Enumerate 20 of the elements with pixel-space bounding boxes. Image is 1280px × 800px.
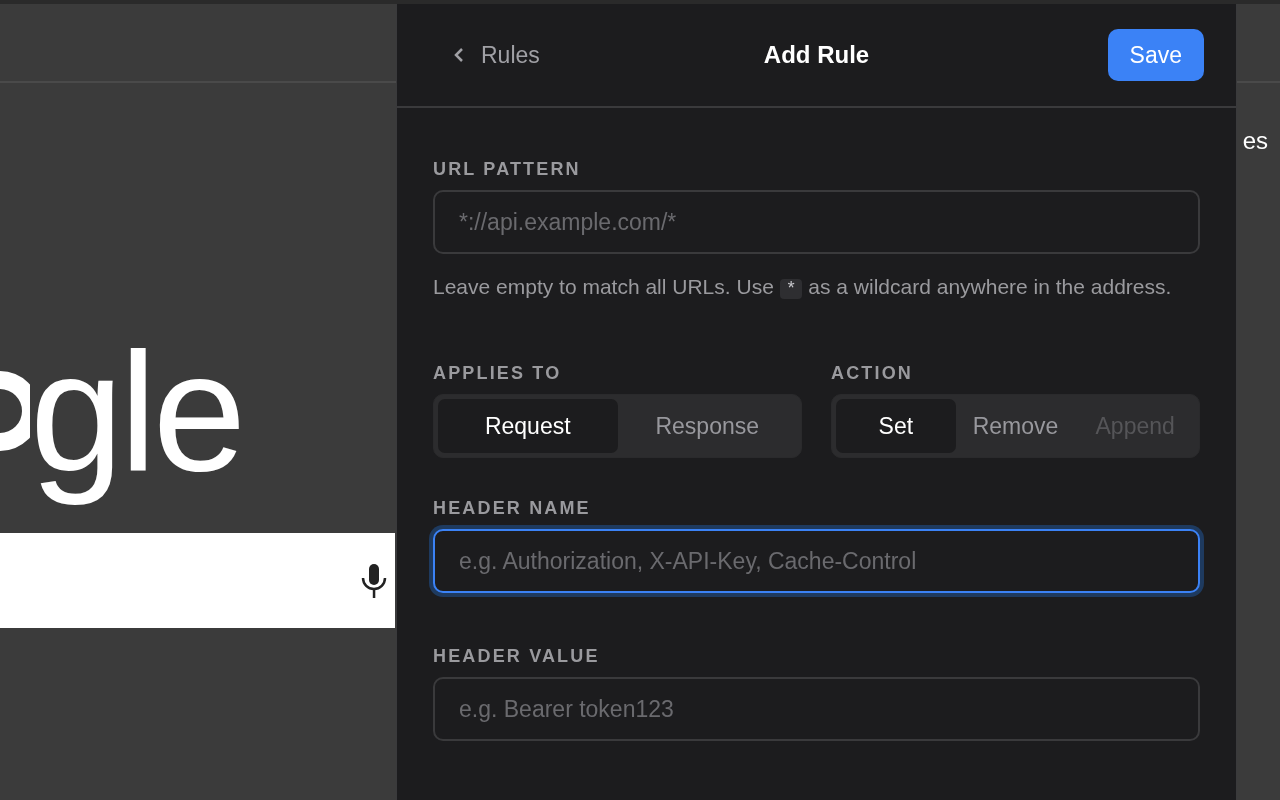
segment-tab[interactable]: Set: [836, 399, 956, 453]
chevron-left-icon: [453, 47, 465, 63]
page-link[interactable]: es: [1242, 129, 1268, 153]
input-field[interactable]: e.g. Bearer token123: [433, 677, 1200, 741]
segment-tab[interactable]: Remove: [955, 399, 1076, 453]
save-button[interactable]: Save: [1107, 29, 1204, 81]
field-label: HEADER VALUE: [433, 647, 601, 665]
logo: gle: [30, 317, 244, 508]
microphone-icon[interactable]: [361, 562, 387, 599]
field-label: ACTION: [831, 364, 914, 382]
field-label: APPLIES TO: [433, 364, 563, 382]
help-text: Leave empty to match all URLs. Use * as a wildcard anywhere in the address.: [433, 274, 1173, 301]
panel-title: Add Rule: [763, 40, 870, 70]
field-label: HEADER NAME: [433, 499, 592, 517]
segment-tab[interactable]: Request: [438, 399, 618, 453]
back-button[interactable]: Rules: [453, 37, 540, 73]
field-label: URL PATTERN: [433, 160, 582, 178]
input-field[interactable]: e.g. Authorization, X-API-Key, Cache-Control: [433, 529, 1200, 593]
input-field[interactable]: *://api.example.com/*: [433, 190, 1200, 254]
segment-tab[interactable]: Response: [617, 399, 797, 453]
